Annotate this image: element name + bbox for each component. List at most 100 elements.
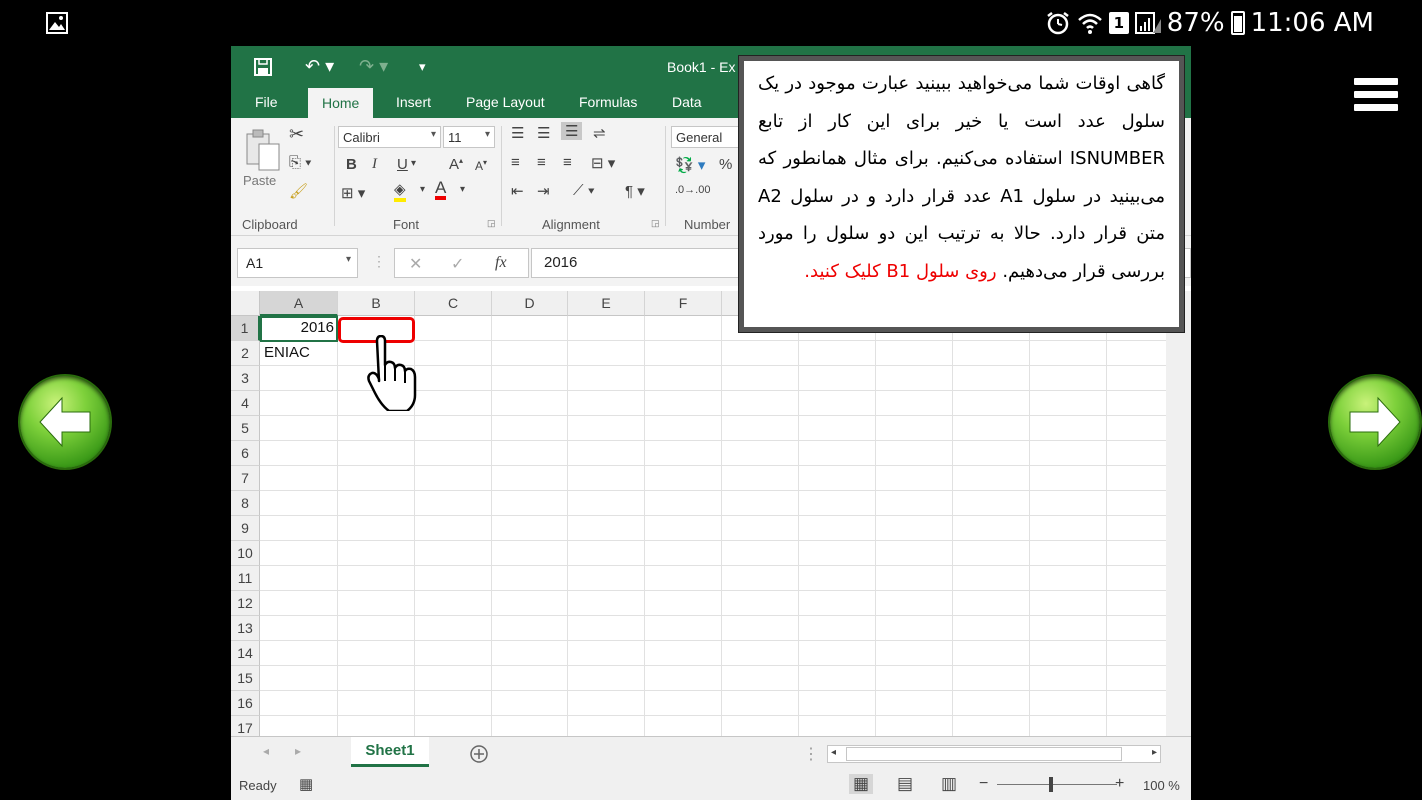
align-right-icon[interactable]: ≡ (563, 154, 572, 171)
wrap-text-icon[interactable]: ⇌ (593, 124, 606, 142)
zoom-slider-track[interactable] (997, 784, 1117, 785)
paste-icon[interactable] (245, 128, 281, 172)
menu-icon[interactable] (1354, 78, 1398, 114)
bold-button[interactable]: B (346, 156, 357, 173)
row-header-16[interactable]: 16 (231, 691, 260, 716)
page-layout-view-icon[interactable]: ▤ (897, 774, 913, 794)
accounting-format-icon[interactable]: 💱 ▾ (675, 156, 705, 174)
align-top-icon[interactable]: ☰ (511, 124, 524, 142)
tab-file[interactable]: File (255, 94, 278, 110)
scroll-right-icon[interactable]: ▸ (1152, 747, 1157, 758)
scroll-left-icon[interactable]: ◂ (831, 747, 836, 758)
gridline (260, 565, 1184, 566)
zoom-slider-thumb[interactable] (1049, 777, 1053, 792)
decrease-indent-icon[interactable]: ⇤ (511, 182, 524, 200)
copy-icon[interactable]: ⎘ ▾ (289, 154, 311, 171)
text-direction-icon[interactable]: ¶ ▾ (625, 182, 645, 200)
increase-font-icon[interactable]: A▴ (449, 156, 463, 173)
decrease-font-icon[interactable]: A▾ (475, 158, 487, 173)
row-header-10[interactable]: 10 (231, 541, 260, 566)
format-painter-icon[interactable]: 🖌 (289, 182, 308, 200)
sheet-next-icon[interactable]: ▸ (295, 744, 301, 758)
align-left-icon[interactable]: ≡ (511, 154, 520, 171)
horizontal-scroll-thumb[interactable] (846, 747, 1122, 761)
align-bottom-icon[interactable]: ☰ (561, 122, 583, 140)
align-center-icon[interactable]: ≡ (537, 154, 546, 171)
zoom-in-icon[interactable]: + (1115, 775, 1124, 793)
sheet-tab-sheet1[interactable]: Sheet1 (351, 737, 429, 767)
cancel-icon[interactable]: ✕ (409, 254, 422, 274)
next-arrow-button[interactable] (1330, 376, 1420, 468)
row-header-13[interactable]: 13 (231, 616, 260, 641)
borders-icon[interactable]: ⊞ ▾ (341, 184, 365, 202)
undo-icon[interactable]: ↶ ▾ (305, 56, 334, 77)
tab-insert[interactable]: Insert (396, 94, 431, 110)
row-header-6[interactable]: 6 (231, 441, 260, 466)
underline-button[interactable]: U (397, 156, 408, 173)
column-header-c[interactable]: C (415, 291, 492, 316)
row-header-3[interactable]: 3 (231, 366, 260, 391)
increase-indent-icon[interactable]: ⇥ (537, 182, 550, 200)
column-header-b[interactable]: B (338, 291, 415, 316)
insert-function-icon[interactable]: fx (495, 254, 507, 272)
row-header-2[interactable]: 2 (231, 341, 260, 366)
sheet-tab-bar: ◂ ▸ Sheet1 ⋮ ◂ ▸ (231, 736, 1191, 770)
save-icon[interactable] (253, 57, 273, 77)
enter-icon[interactable]: ✓ (451, 254, 464, 274)
row-header-1[interactable]: 1 (231, 316, 260, 341)
tab-home[interactable]: Home (308, 88, 374, 118)
row-header-7[interactable]: 7 (231, 466, 260, 491)
tab-split-grip-icon[interactable]: ⋮ (803, 744, 819, 764)
worksheet-grid[interactable]: ABCDEFGHIJKL1234567891011121314151617 20… (231, 291, 1184, 783)
align-middle-icon[interactable]: ☰ (537, 124, 550, 142)
row-header-12[interactable]: 12 (231, 591, 260, 616)
font-dialog-launcher-icon[interactable]: ◲ (487, 218, 496, 229)
sheet-prev-icon[interactable]: ◂ (263, 744, 269, 758)
row-header-11[interactable]: 11 (231, 566, 260, 591)
font-size-select[interactable]: 11 ▾ (443, 126, 495, 148)
new-sheet-icon[interactable] (469, 744, 489, 764)
font-name-select[interactable]: Calibri ▾ (338, 126, 441, 148)
row-header-4[interactable]: 4 (231, 391, 260, 416)
underline-dropdown-icon[interactable]: ▾ (411, 158, 416, 169)
font-color-icon[interactable]: A (435, 179, 447, 200)
alignment-dialog-launcher-icon[interactable]: ◲ (651, 218, 660, 229)
page-break-view-icon[interactable]: ▥ (941, 774, 957, 794)
zoom-level[interactable]: 100 % (1143, 778, 1180, 793)
row-header-9[interactable]: 9 (231, 516, 260, 541)
column-header-d[interactable]: D (492, 291, 568, 316)
vertical-scrollbar[interactable]: ▼ (1166, 291, 1191, 783)
italic-button[interactable]: I (372, 156, 377, 173)
active-cell-outline (260, 316, 338, 342)
previous-arrow-button[interactable] (20, 376, 110, 468)
column-header-e[interactable]: E (568, 291, 645, 316)
fill-color-icon[interactable]: ◈ (394, 182, 406, 202)
cell-a2[interactable]: ENIAC (260, 341, 338, 366)
zoom-out-icon[interactable]: − (979, 775, 988, 793)
column-header-a[interactable]: A (260, 291, 338, 316)
tab-data[interactable]: Data (672, 94, 702, 110)
row-header-14[interactable]: 14 (231, 641, 260, 666)
tab-formulas[interactable]: Formulas (579, 94, 637, 110)
redo-icon[interactable]: ↷ ▾ (359, 56, 388, 77)
row-header-5[interactable]: 5 (231, 416, 260, 441)
tab-page-layout[interactable]: Page Layout (466, 94, 545, 110)
row-header-8[interactable]: 8 (231, 491, 260, 516)
row-header-15[interactable]: 15 (231, 666, 260, 691)
signal-icon (1134, 12, 1161, 34)
column-header-f[interactable]: F (645, 291, 722, 316)
orientation-icon[interactable]: ⟋ ▾ (573, 182, 595, 199)
increase-decimal-icon[interactable]: .0→.00 (675, 184, 710, 196)
macro-record-icon[interactable]: ▦ (299, 775, 313, 793)
customize-quick-access-icon[interactable]: ▾ (419, 59, 426, 75)
merge-center-icon[interactable]: ⊟ ▾ (591, 154, 615, 172)
normal-view-icon[interactable]: ▦ (849, 774, 874, 794)
horizontal-scrollbar[interactable]: ◂ ▸ (827, 745, 1161, 763)
number-format-select[interactable]: General (671, 126, 739, 148)
font-color-dropdown-icon[interactable]: ▾ (460, 184, 465, 195)
cut-icon[interactable]: ✂ (289, 124, 304, 145)
fill-color-dropdown-icon[interactable]: ▾ (420, 184, 425, 195)
percent-icon[interactable]: % (719, 156, 732, 173)
name-box[interactable]: A1 ▾ (237, 248, 358, 278)
select-all-corner[interactable] (231, 291, 260, 316)
